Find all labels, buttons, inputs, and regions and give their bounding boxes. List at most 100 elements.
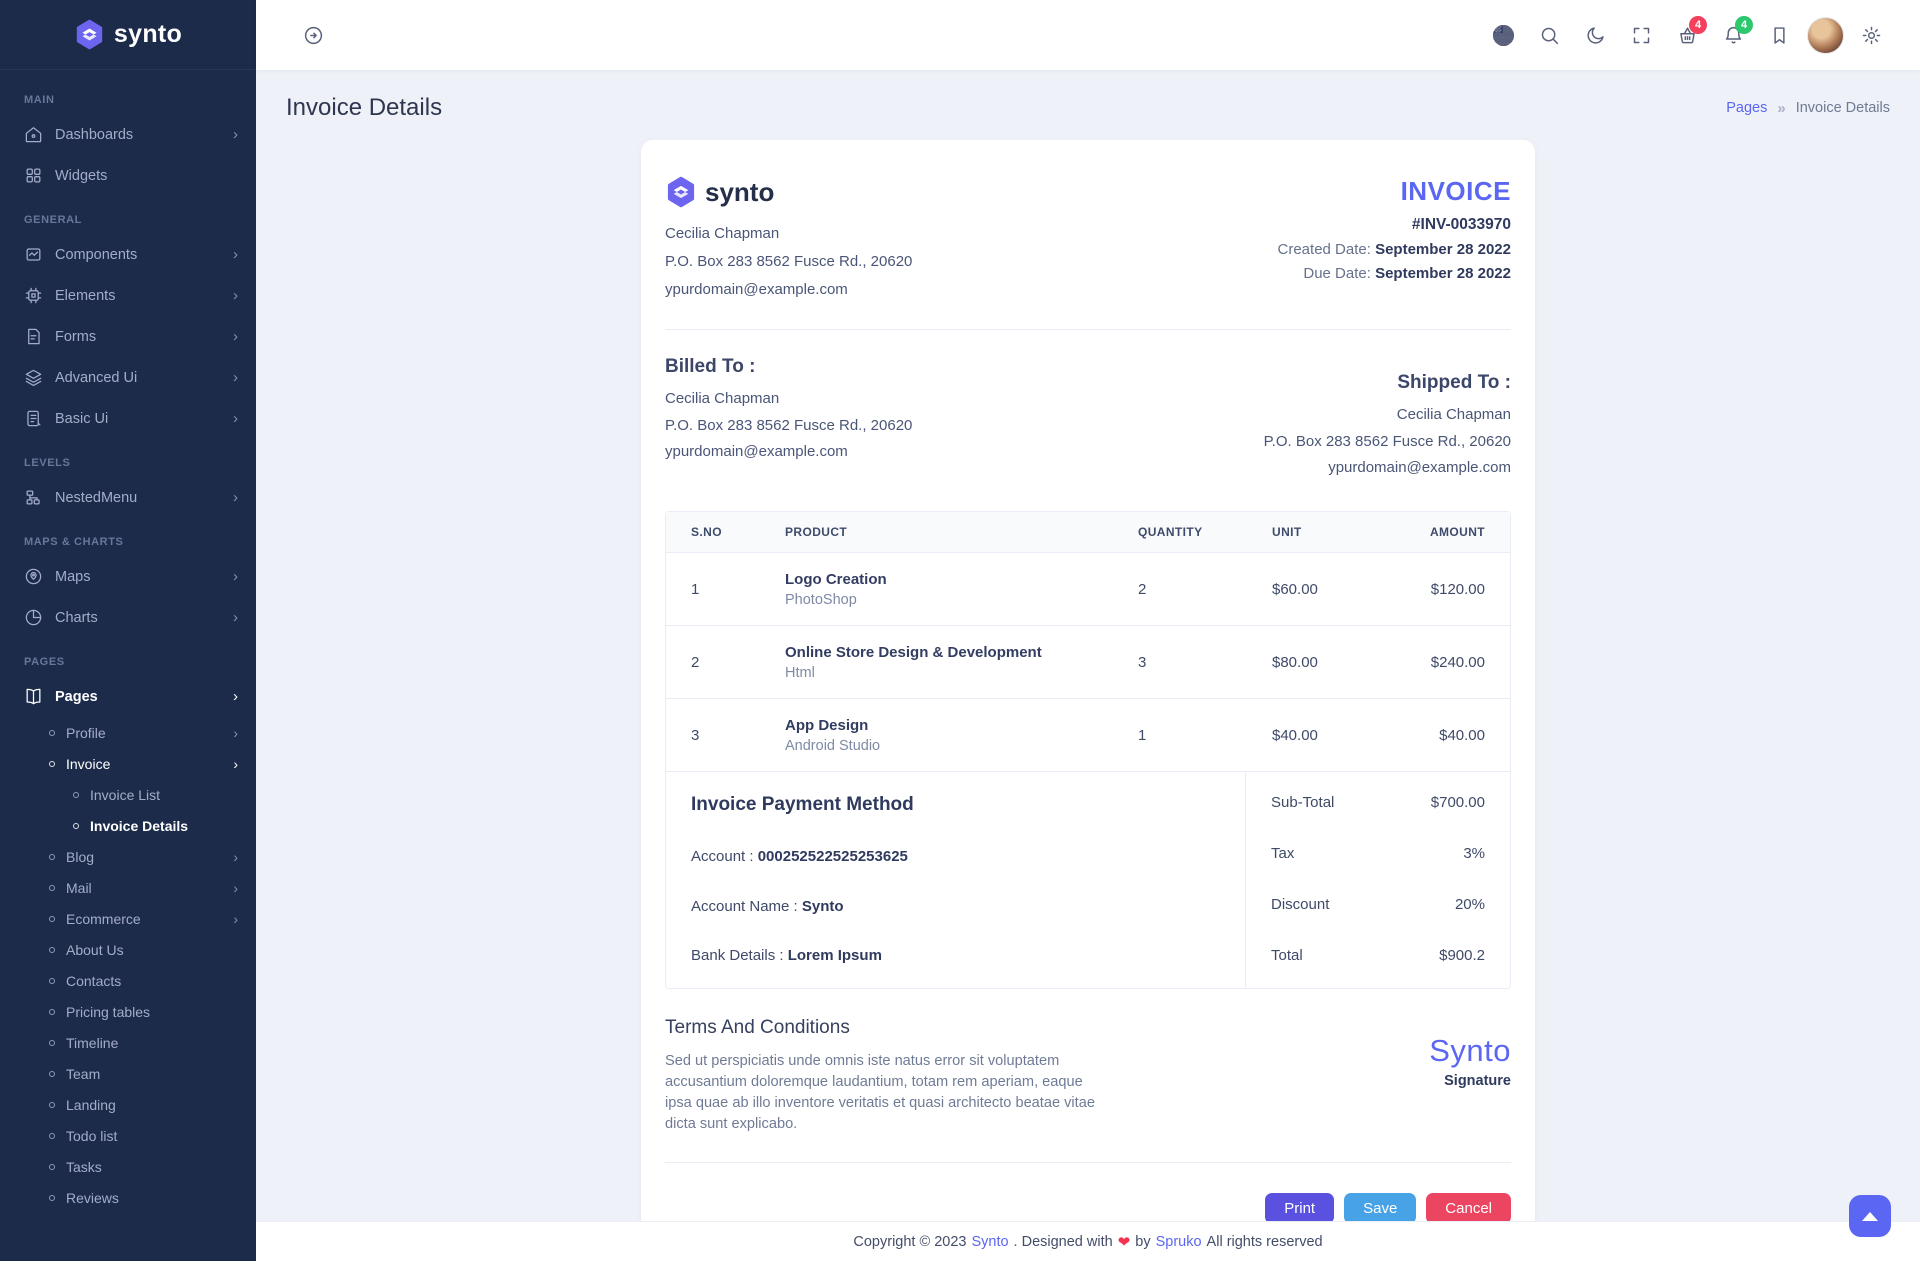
profile-menu[interactable] xyxy=(1802,12,1848,58)
cart-badge: 4 xyxy=(1689,16,1707,34)
total-row: Total$900.2 xyxy=(1271,947,1485,964)
invoice-company-block: synto Cecilia Chapman P.O. Box 283 8562 … xyxy=(665,176,912,303)
payment-account-name: Account Name : Synto xyxy=(691,898,1220,915)
sidebar-item-widgets[interactable]: Widgets xyxy=(0,155,256,196)
bullet-icon xyxy=(49,1071,55,1077)
bullet-icon xyxy=(73,823,79,829)
sidebar-subitem-ecommerce[interactable]: Ecommerce› xyxy=(0,903,256,934)
sidebar-subitem-landing[interactable]: Landing xyxy=(0,1089,256,1120)
bullet-icon xyxy=(49,1133,55,1139)
page-content: Invoice Details Pages » Invoice Details … xyxy=(256,70,1920,1221)
brand-name: synto xyxy=(114,20,182,49)
subitem-label: Timeline xyxy=(66,1035,238,1051)
sidebar-nav: MAIN Dashboards› Widgets GENERAL Compone… xyxy=(0,70,256,1233)
sidebar-item-advanced-ui[interactable]: Advanced Ui› xyxy=(0,357,256,398)
moon-icon xyxy=(1585,25,1606,46)
sidebar-subitem-todo-list[interactable]: Todo list xyxy=(0,1120,256,1151)
account-name-value: Synto xyxy=(802,898,844,915)
sidebar-item-pages[interactable]: Pages› xyxy=(0,676,256,717)
subitem-label: Blog xyxy=(66,849,222,865)
sidebar-item-label: Elements xyxy=(55,288,221,304)
cell-quantity: 2 xyxy=(1138,581,1272,598)
chevron-right-icon: › xyxy=(233,911,238,927)
cell-product: App Design Android Studio xyxy=(785,717,1138,754)
discount-label: Discount xyxy=(1271,896,1329,913)
invoice-company-address: Cecilia Chapman P.O. Box 283 8562 Fusce … xyxy=(665,220,912,303)
fullscreen-button[interactable] xyxy=(1618,12,1664,58)
cell-product: Online Store Design & Development Html xyxy=(785,644,1138,681)
section-label-main: MAIN xyxy=(0,76,256,114)
sidebar-toggle-button[interactable] xyxy=(290,12,336,58)
sidebar-item-basic-ui[interactable]: Basic Ui› xyxy=(0,398,256,439)
dark-mode-button[interactable] xyxy=(1572,12,1618,58)
sidebar-subitem-team[interactable]: Team xyxy=(0,1058,256,1089)
col-header-unit: UNIT xyxy=(1272,525,1422,539)
bullet-icon xyxy=(49,761,55,767)
sidebar-item-label: Dashboards xyxy=(55,127,221,143)
bookmark-button[interactable] xyxy=(1756,12,1802,58)
footer-designer-link[interactable]: Spruko xyxy=(1156,1234,1202,1250)
sidebar-subitem-pricing-tables[interactable]: Pricing tables xyxy=(0,996,256,1027)
sidebar-subitem-blog[interactable]: Blog› xyxy=(0,841,256,872)
terms-heading: Terms And Conditions xyxy=(665,1017,1097,1039)
bullet-icon xyxy=(49,947,55,953)
sidebar-item-forms[interactable]: Forms› xyxy=(0,316,256,357)
chevron-right-icon: › xyxy=(233,370,238,385)
discount-value: 20% xyxy=(1455,896,1485,913)
chevron-right-icon: › xyxy=(233,288,238,303)
payment-summary-section: Invoice Payment Method Account : 0002525… xyxy=(666,772,1510,988)
sidebar-item-maps[interactable]: Maps› xyxy=(0,556,256,597)
bullet-icon xyxy=(49,978,55,984)
sidebar-subitem-invoice[interactable]: Invoice› xyxy=(0,748,256,779)
heart-icon: ❤ xyxy=(1118,1233,1131,1251)
language-flag-button[interactable] xyxy=(1480,12,1526,58)
sidebar-subitem-invoice-list[interactable]: Invoice List xyxy=(0,779,256,810)
sidebar-subitem-contacts[interactable]: Contacts xyxy=(0,965,256,996)
product-tool: Android Studio xyxy=(785,738,1138,754)
subitem-label: About Us xyxy=(66,942,238,958)
totals-block: Sub-Total$700.00 Tax3% Discount20% Total… xyxy=(1245,772,1510,988)
product-tool: PhotoShop xyxy=(785,592,1138,608)
bullet-icon xyxy=(49,885,55,891)
billing-shipping-section: Billed To : Cecilia Chapman P.O. Box 283… xyxy=(665,356,1511,481)
footer-brand-link[interactable]: Synto xyxy=(971,1234,1008,1250)
sidebar-subitem-about-us[interactable]: About Us xyxy=(0,934,256,965)
save-button[interactable]: Save xyxy=(1344,1193,1416,1221)
sidebar-item-nestedmenu[interactable]: NestedMenu› xyxy=(0,477,256,518)
settings-button[interactable] xyxy=(1848,12,1894,58)
sidebar-subitem-timeline[interactable]: Timeline xyxy=(0,1027,256,1058)
sidebar-subitem-reviews[interactable]: Reviews xyxy=(0,1182,256,1213)
col-header-product: PRODUCT xyxy=(785,525,1138,539)
company-street: P.O. Box 283 8562 Fusce Rd., 20620 xyxy=(665,248,912,276)
print-button[interactable]: Print xyxy=(1265,1193,1334,1221)
table-row: 3 App Design Android Studio 1 $40.00 $40… xyxy=(666,699,1510,772)
breadcrumb-pages-link[interactable]: Pages xyxy=(1726,100,1767,116)
bullet-icon xyxy=(73,792,79,798)
notifications-button[interactable]: 4 xyxy=(1710,12,1756,58)
chevron-right-icon: › xyxy=(233,490,238,505)
open-book-icon xyxy=(24,687,43,706)
invoice-card: synto Cecilia Chapman P.O. Box 283 8562 … xyxy=(641,140,1535,1221)
sidebar-item-charts[interactable]: Charts› xyxy=(0,597,256,638)
sidebar-logo[interactable]: synto xyxy=(0,0,256,70)
cpu-icon xyxy=(24,286,43,305)
cancel-button[interactable]: Cancel xyxy=(1426,1193,1511,1221)
account-label: Account : xyxy=(691,848,754,865)
shipped-to-heading: Shipped To : xyxy=(1264,372,1511,394)
subitem-label: Contacts xyxy=(66,973,238,989)
sidebar-item-components[interactable]: Components› xyxy=(0,234,256,275)
total-value: $900.2 xyxy=(1439,947,1485,964)
sidebar-subitem-tasks[interactable]: Tasks xyxy=(0,1151,256,1182)
billed-to-email: ypurdomain@example.com xyxy=(665,439,912,465)
scroll-to-top-button[interactable] xyxy=(1849,1195,1891,1237)
cart-button[interactable]: 4 xyxy=(1664,12,1710,58)
chevron-right-icon: › xyxy=(233,610,238,625)
sidebar-item-dashboards[interactable]: Dashboards› xyxy=(0,114,256,155)
search-button[interactable] xyxy=(1526,12,1572,58)
bullet-icon xyxy=(49,1009,55,1015)
sidebar-subitem-mail[interactable]: Mail› xyxy=(0,872,256,903)
sidebar-item-elements[interactable]: Elements › xyxy=(0,275,256,316)
sidebar-subitem-profile[interactable]: Profile› xyxy=(0,717,256,748)
invoice-meta: INVOICE #INV-0033970 Created Date: Septe… xyxy=(1278,176,1511,303)
sidebar-subitem-invoice-details[interactable]: Invoice Details xyxy=(0,810,256,841)
